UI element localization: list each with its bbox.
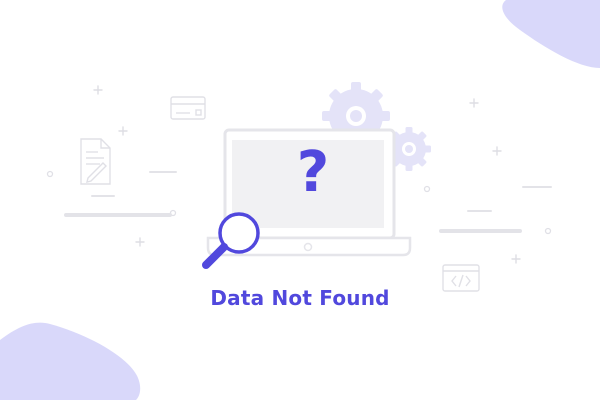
empty-state: ? Data Not Found bbox=[0, 0, 600, 400]
credit-card-icon bbox=[170, 96, 206, 120]
top-right-blob-shape bbox=[502, 0, 600, 68]
document-pencil-icon bbox=[80, 138, 111, 185]
question-mark-icon: ? bbox=[296, 140, 330, 205]
bottom-left-blob-shape bbox=[0, 322, 141, 400]
empty-state-title: Data Not Found bbox=[210, 286, 390, 310]
